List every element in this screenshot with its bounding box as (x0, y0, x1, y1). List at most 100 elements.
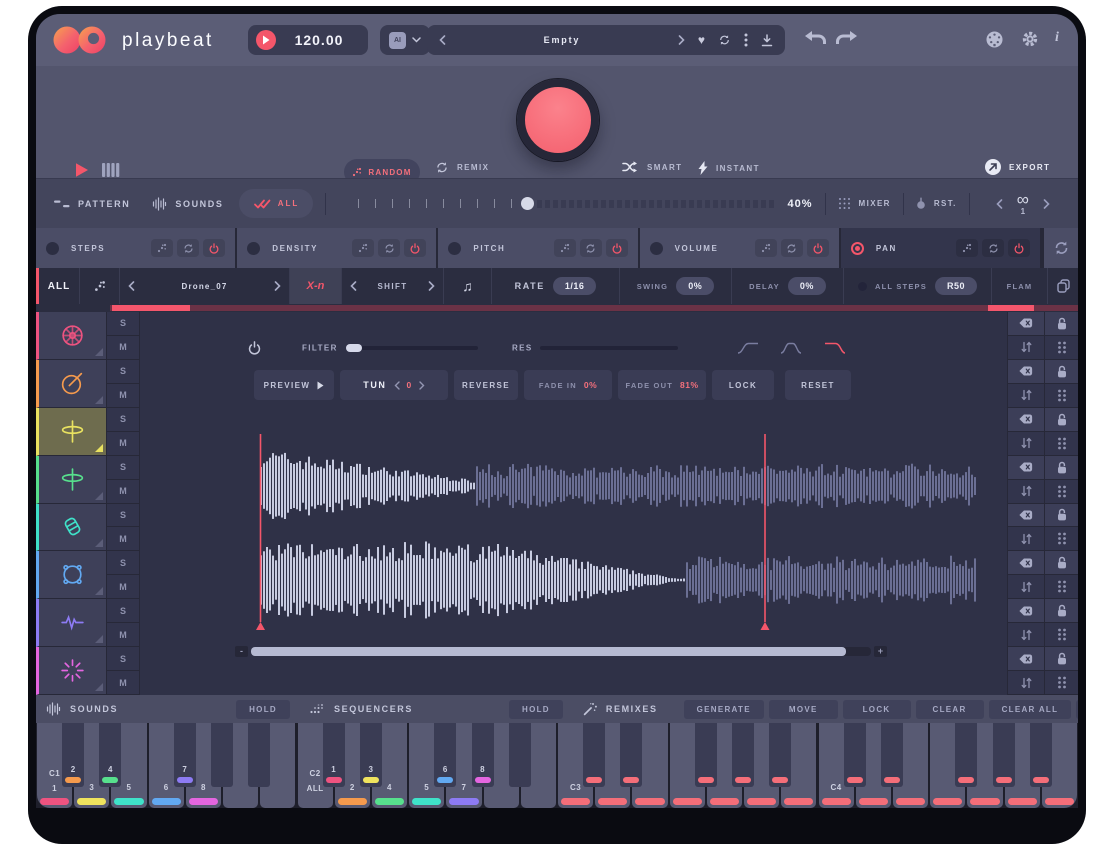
sample-mute-icon[interactable] (1008, 504, 1044, 528)
hold-button[interactable]: HOLD (1076, 700, 1078, 719)
lock-button[interactable]: LOCK (712, 370, 774, 400)
waveform-scrollbar[interactable]: - + (235, 646, 887, 657)
param-tab-steps[interactable]: STEPS (36, 228, 235, 268)
pattern-position-bar[interactable] (36, 304, 1078, 312)
rate-value[interactable]: 1/16 (553, 277, 597, 295)
lock-icon[interactable] (1045, 647, 1078, 671)
reset-button[interactable]: RST. (916, 197, 957, 210)
flow-slider[interactable] (358, 197, 775, 210)
info-icon[interactable]: i (1055, 30, 1059, 46)
black-key-1[interactable]: 1 (323, 723, 345, 787)
mute-button-track-3[interactable]: M (107, 432, 139, 456)
solo-button-track-5[interactable]: S (107, 504, 139, 528)
solo-button-track-7[interactable]: S (107, 599, 139, 623)
solo-button-track-6[interactable]: S (107, 551, 139, 575)
favorite-icon[interactable]: ♥ (698, 33, 705, 47)
reset-button[interactable]: RESET (785, 370, 851, 400)
scrollbar-thumb[interactable] (251, 647, 846, 656)
cycle-icon[interactable] (580, 239, 602, 257)
all-steps-value[interactable]: R50 (935, 277, 977, 295)
tune-up-button[interactable] (419, 381, 425, 390)
bandpass-filter-icon[interactable] (780, 342, 802, 355)
lowpass-filter-icon[interactable] (824, 342, 846, 355)
sample-mute-icon[interactable] (1008, 408, 1044, 432)
swap-arrows-icon[interactable] (1008, 527, 1044, 551)
grid-dots-icon[interactable] (1045, 432, 1078, 456)
sample-next-button[interactable] (274, 281, 281, 291)
track-hihat-closed[interactable] (36, 408, 106, 456)
filter-slider[interactable] (346, 346, 478, 350)
swap-arrows-icon[interactable] (1008, 384, 1044, 408)
keyboard-mode-icon[interactable] (102, 163, 121, 177)
lock-icon[interactable] (1045, 312, 1078, 336)
solo-button-track-1[interactable]: S (107, 312, 139, 336)
power-icon[interactable] (606, 239, 628, 257)
lock-icon[interactable] (1045, 360, 1078, 384)
black-key-C1-4[interactable] (248, 723, 270, 787)
black-key-C4-4[interactable] (1030, 723, 1052, 787)
mute-button-track-5[interactable]: M (107, 527, 139, 551)
black-key-C2-4[interactable] (509, 723, 531, 787)
grid-dots-icon[interactable] (1045, 480, 1078, 504)
filter-slider-thumb[interactable] (346, 344, 362, 352)
black-key-C4-3[interactable] (993, 723, 1015, 787)
sequencers-hold-button[interactable]: HOLD (509, 700, 563, 719)
param-tab-radio[interactable] (247, 242, 260, 255)
track-hihat-open[interactable] (36, 456, 106, 504)
solo-button-track-3[interactable]: S (107, 408, 139, 432)
black-key-3[interactable]: 3 (360, 723, 382, 787)
mute-button-track-1[interactable]: M (107, 336, 139, 360)
gear-icon[interactable] (1021, 30, 1039, 48)
transport-play-icon[interactable] (75, 162, 89, 178)
bpm-value[interactable]: 120.00 (276, 32, 368, 48)
ai-dropdown[interactable]: AI (380, 25, 430, 55)
cycle-icon[interactable] (378, 239, 400, 257)
tab-pattern[interactable]: PATTERN (54, 199, 130, 209)
black-key-C4-0[interactable] (844, 723, 866, 787)
black-key-C3-3[interactable] (732, 723, 754, 787)
lock-icon[interactable] (1045, 504, 1078, 528)
play-icon[interactable] (256, 30, 276, 50)
grid-dots-icon[interactable] (1045, 671, 1078, 695)
track-kick-drum[interactable] (36, 312, 106, 360)
lock-icon[interactable] (1045, 551, 1078, 575)
sample-mute-icon[interactable] (1008, 360, 1044, 384)
black-key-4[interactable]: 4 (99, 723, 121, 787)
randomize-icon[interactable] (554, 239, 576, 257)
black-key-C3-0[interactable] (583, 723, 605, 787)
param-tab-radio[interactable] (448, 242, 461, 255)
solo-button-track-8[interactable]: S (107, 647, 139, 671)
lock-icon[interactable] (1045, 599, 1078, 623)
scrollbar-track[interactable] (251, 647, 871, 656)
fade-in-control[interactable]: FADE IN 0% (524, 370, 612, 400)
param-tab-radio[interactable] (650, 242, 663, 255)
cycle-icon[interactable] (177, 239, 199, 257)
power-icon[interactable] (203, 239, 225, 257)
grid-dots-icon[interactable] (1045, 575, 1078, 599)
cycle-icon[interactable] (781, 239, 803, 257)
copy-button[interactable] (1048, 268, 1078, 304)
tune-down-button[interactable] (394, 381, 400, 390)
track-snare-drum[interactable] (36, 360, 106, 408)
swap-arrows-icon[interactable] (1008, 480, 1044, 504)
sample-prev-button[interactable] (128, 281, 135, 291)
preview-button[interactable]: PREVIEW (254, 370, 334, 400)
download-icon[interactable] (761, 34, 773, 47)
lock-button-bottom[interactable]: LOCK (843, 700, 911, 719)
sample-name[interactable]: Drone_07 (181, 282, 227, 291)
randomize-icon[interactable] (755, 239, 777, 257)
mute-button-track-6[interactable]: M (107, 575, 139, 599)
swap-arrows-icon[interactable] (1008, 336, 1044, 360)
param-tab-pitch[interactable]: PITCH (438, 228, 637, 268)
mixer-button[interactable]: MIXER (838, 197, 891, 210)
all-steps-radio[interactable] (858, 282, 867, 291)
grid-dots-icon[interactable] (1045, 527, 1078, 551)
all-tracks-button[interactable]: ALL (239, 189, 313, 218)
res-slider[interactable] (540, 346, 678, 350)
black-key-C1-3[interactable] (211, 723, 233, 787)
preset-next-button[interactable] (678, 35, 685, 45)
grid-dots-icon[interactable] (1045, 384, 1078, 408)
black-key-C4-1[interactable] (881, 723, 903, 787)
sample-mute-icon[interactable] (1008, 456, 1044, 480)
tab-sounds[interactable]: SOUNDS (152, 197, 223, 211)
